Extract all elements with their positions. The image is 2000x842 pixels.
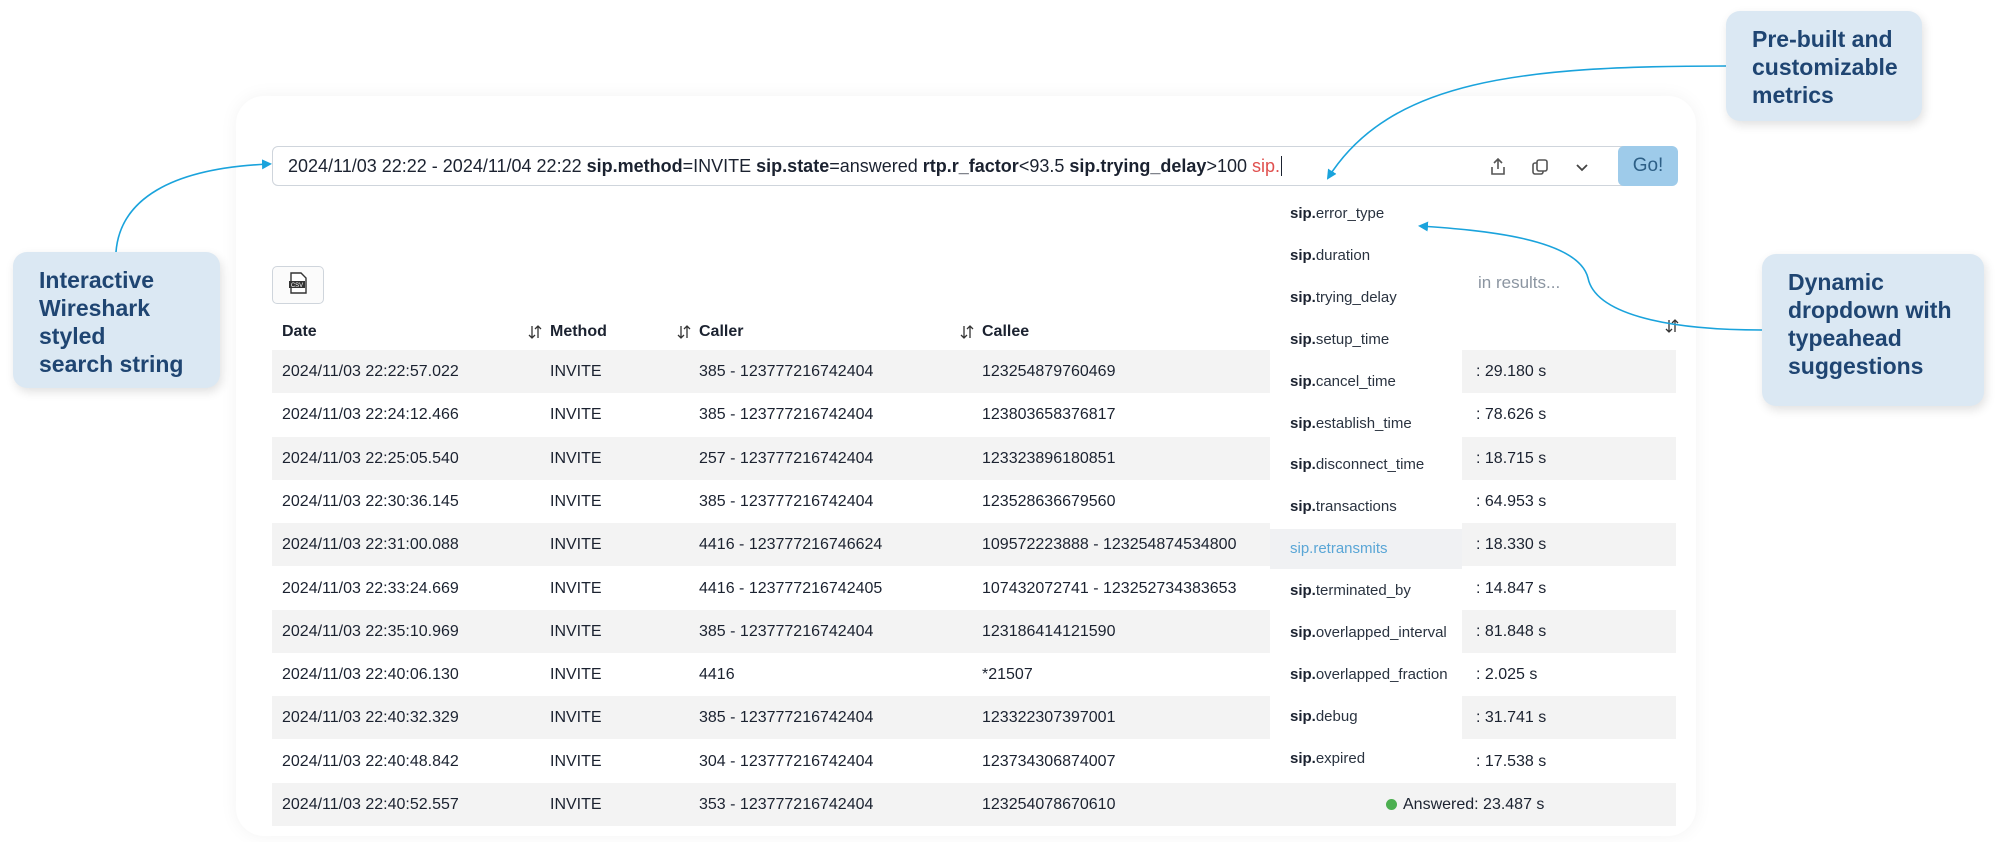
callout-metrics: Pre-built and customizable metrics	[1726, 11, 1922, 121]
callout-arrows	[115, 65, 1763, 331]
callout-dropdown: Dynamic dropdown with typeahead suggesti…	[1762, 254, 1984, 406]
callout-search-string: Interactive Wireshark styled search stri…	[13, 252, 220, 388]
